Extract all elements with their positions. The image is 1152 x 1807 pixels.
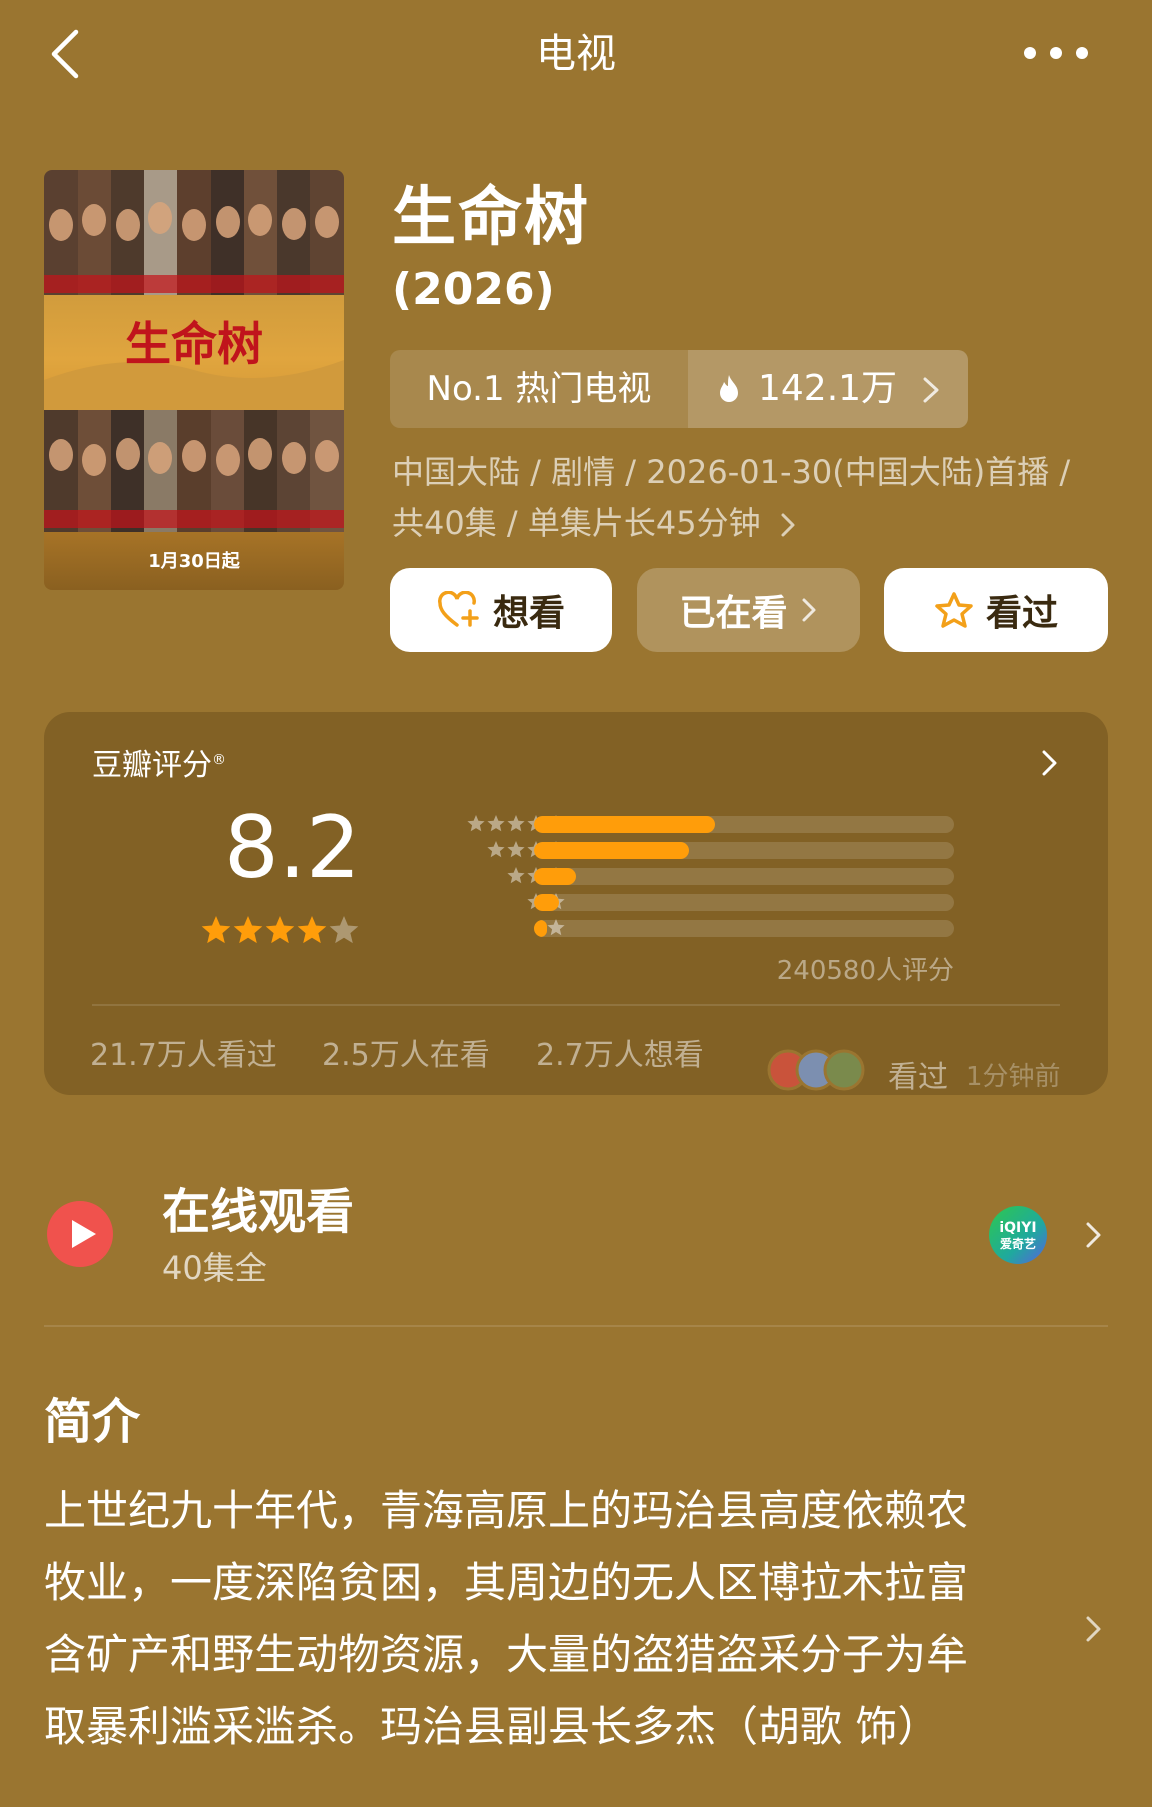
divider bbox=[92, 1004, 1060, 1006]
star-filled-icon bbox=[233, 916, 263, 944]
rating-bar-track bbox=[534, 894, 954, 911]
votes-count: 240580人评分 bbox=[776, 956, 954, 986]
chevron-right-icon bbox=[923, 377, 939, 403]
chevron-right-icon[interactable] bbox=[1084, 1614, 1104, 1644]
distribution-star-icon bbox=[487, 815, 505, 832]
want-label: 想看 bbox=[492, 593, 565, 634]
svg-text:iQIYI: iQIYI bbox=[999, 1220, 1036, 1236]
seen-button[interactable]: 看过 bbox=[884, 568, 1108, 652]
distribution-star-icon bbox=[467, 815, 485, 832]
rating-bar-track bbox=[534, 816, 954, 833]
chevron-right-icon bbox=[802, 598, 815, 622]
rank-pill[interactable]: No.1 热门电视 142.1万 bbox=[390, 350, 968, 428]
star-filled-icon bbox=[201, 916, 231, 944]
intro-text[interactable]: 上世纪九十年代，青海高原上的玛治县高度依赖农 牧业，一度深陷贫困，其周边的无人区… bbox=[44, 1475, 1044, 1763]
distribution-star-icon bbox=[487, 841, 505, 858]
rating-bar-fill bbox=[534, 842, 690, 859]
online-watch-subtitle: 40集全 bbox=[162, 1249, 267, 1287]
watching-button[interactable]: 已在看 bbox=[637, 568, 860, 652]
heart-plus-icon bbox=[438, 591, 479, 627]
rating-label: 豆瓣评分® bbox=[92, 748, 226, 783]
star-filled-icon bbox=[297, 916, 327, 944]
heat-value: 142.1万 bbox=[758, 368, 898, 409]
online-watch-title[interactable]: 在线观看 bbox=[162, 1182, 354, 1242]
chevron-right-icon[interactable] bbox=[1040, 748, 1060, 778]
poster-title-art: 生命树 bbox=[125, 317, 263, 371]
divider bbox=[44, 1325, 1108, 1327]
rating-stars bbox=[201, 916, 359, 944]
meta-line-2-text: 共40集 / 单集片长45分钟 bbox=[392, 504, 761, 542]
rating-bar-track bbox=[534, 868, 954, 885]
stat-watching[interactable]: 2.5万人在看 bbox=[322, 1030, 490, 1074]
play-icon[interactable] bbox=[46, 1200, 114, 1268]
stat-seen[interactable]: 21.7万人看过 bbox=[90, 1030, 277, 1074]
want-button[interactable]: 想看 bbox=[390, 568, 612, 652]
fire-icon bbox=[720, 375, 738, 402]
rating-score: 8.2 bbox=[224, 798, 361, 898]
intro-title: 简介 bbox=[44, 1394, 141, 1450]
chevron-right-icon bbox=[781, 513, 795, 537]
distribution-star-icon bbox=[507, 815, 525, 832]
poster-art: 生命树 1月30日起 bbox=[44, 170, 344, 590]
stat-want[interactable]: 2.7万人想看 bbox=[536, 1030, 704, 1074]
distribution-star-icon bbox=[507, 841, 525, 858]
meta-line-2[interactable]: 共40集 / 单集片长45分钟 bbox=[392, 497, 1092, 549]
heat-section[interactable]: 142.1万 bbox=[688, 350, 968, 428]
iqiyi-logo-icon[interactable]: iQIYI 爱奇艺 bbox=[988, 1205, 1048, 1265]
watching-label: 已在看 bbox=[679, 593, 788, 634]
intro-line: 取暴利滥采滥杀。玛治县副县长多杰（胡歌 饰） bbox=[44, 1702, 940, 1751]
intro-line: 含矿产和野生动物资源，大量的盗猎盗采分子为牟 bbox=[44, 1630, 969, 1679]
intro-line: 牧业，一度深陷贫困，其周边的无人区博拉木拉富 bbox=[44, 1558, 969, 1607]
rating-bar-track bbox=[534, 842, 954, 859]
seen-label: 看过 bbox=[985, 593, 1058, 634]
poster-image[interactable]: 生命树 1月30日起 bbox=[44, 170, 344, 590]
star-outline-icon bbox=[935, 592, 973, 628]
page-title: 电视 bbox=[536, 31, 616, 77]
chevron-right-icon[interactable] bbox=[1084, 1220, 1104, 1250]
rating-bar-fill bbox=[534, 816, 715, 833]
rating-bar-track bbox=[534, 920, 954, 937]
more-dots-icon bbox=[1024, 47, 1088, 59]
star-filled-icon bbox=[265, 916, 295, 944]
more-button[interactable] bbox=[1022, 40, 1090, 66]
rating-bar-fill bbox=[534, 894, 560, 911]
meta-line-1: 中国大陆 / 剧情 / 2026-01-30(中国大陆)首播 / bbox=[392, 453, 1071, 491]
rank-label: No.1 热门电视 bbox=[426, 369, 652, 409]
rating-bar-fill bbox=[534, 920, 547, 937]
activity-label: 看过 bbox=[888, 1060, 948, 1095]
activity-time: 1分钟前 bbox=[966, 1062, 1061, 1092]
rating-distribution-bars bbox=[534, 812, 954, 942]
intro-line: 上世纪九十年代，青海高原上的玛治县高度依赖农 bbox=[44, 1486, 969, 1535]
show-title: 生命树 bbox=[392, 181, 590, 255]
show-year: (2026) bbox=[392, 264, 555, 315]
poster-date: 1月30日起 bbox=[148, 550, 241, 572]
rating-bar-fill bbox=[534, 868, 576, 885]
svg-text:爱奇艺: 爱奇艺 bbox=[1000, 1236, 1036, 1251]
star-empty-icon bbox=[329, 916, 359, 944]
distribution-star-icon bbox=[507, 867, 525, 884]
rating-card[interactable]: 豆瓣评分® 8.2 240580人评分 21.7万人看过 2.5万人在看 2.7… bbox=[44, 712, 1108, 1095]
friend-avatars[interactable] bbox=[766, 1048, 876, 1092]
